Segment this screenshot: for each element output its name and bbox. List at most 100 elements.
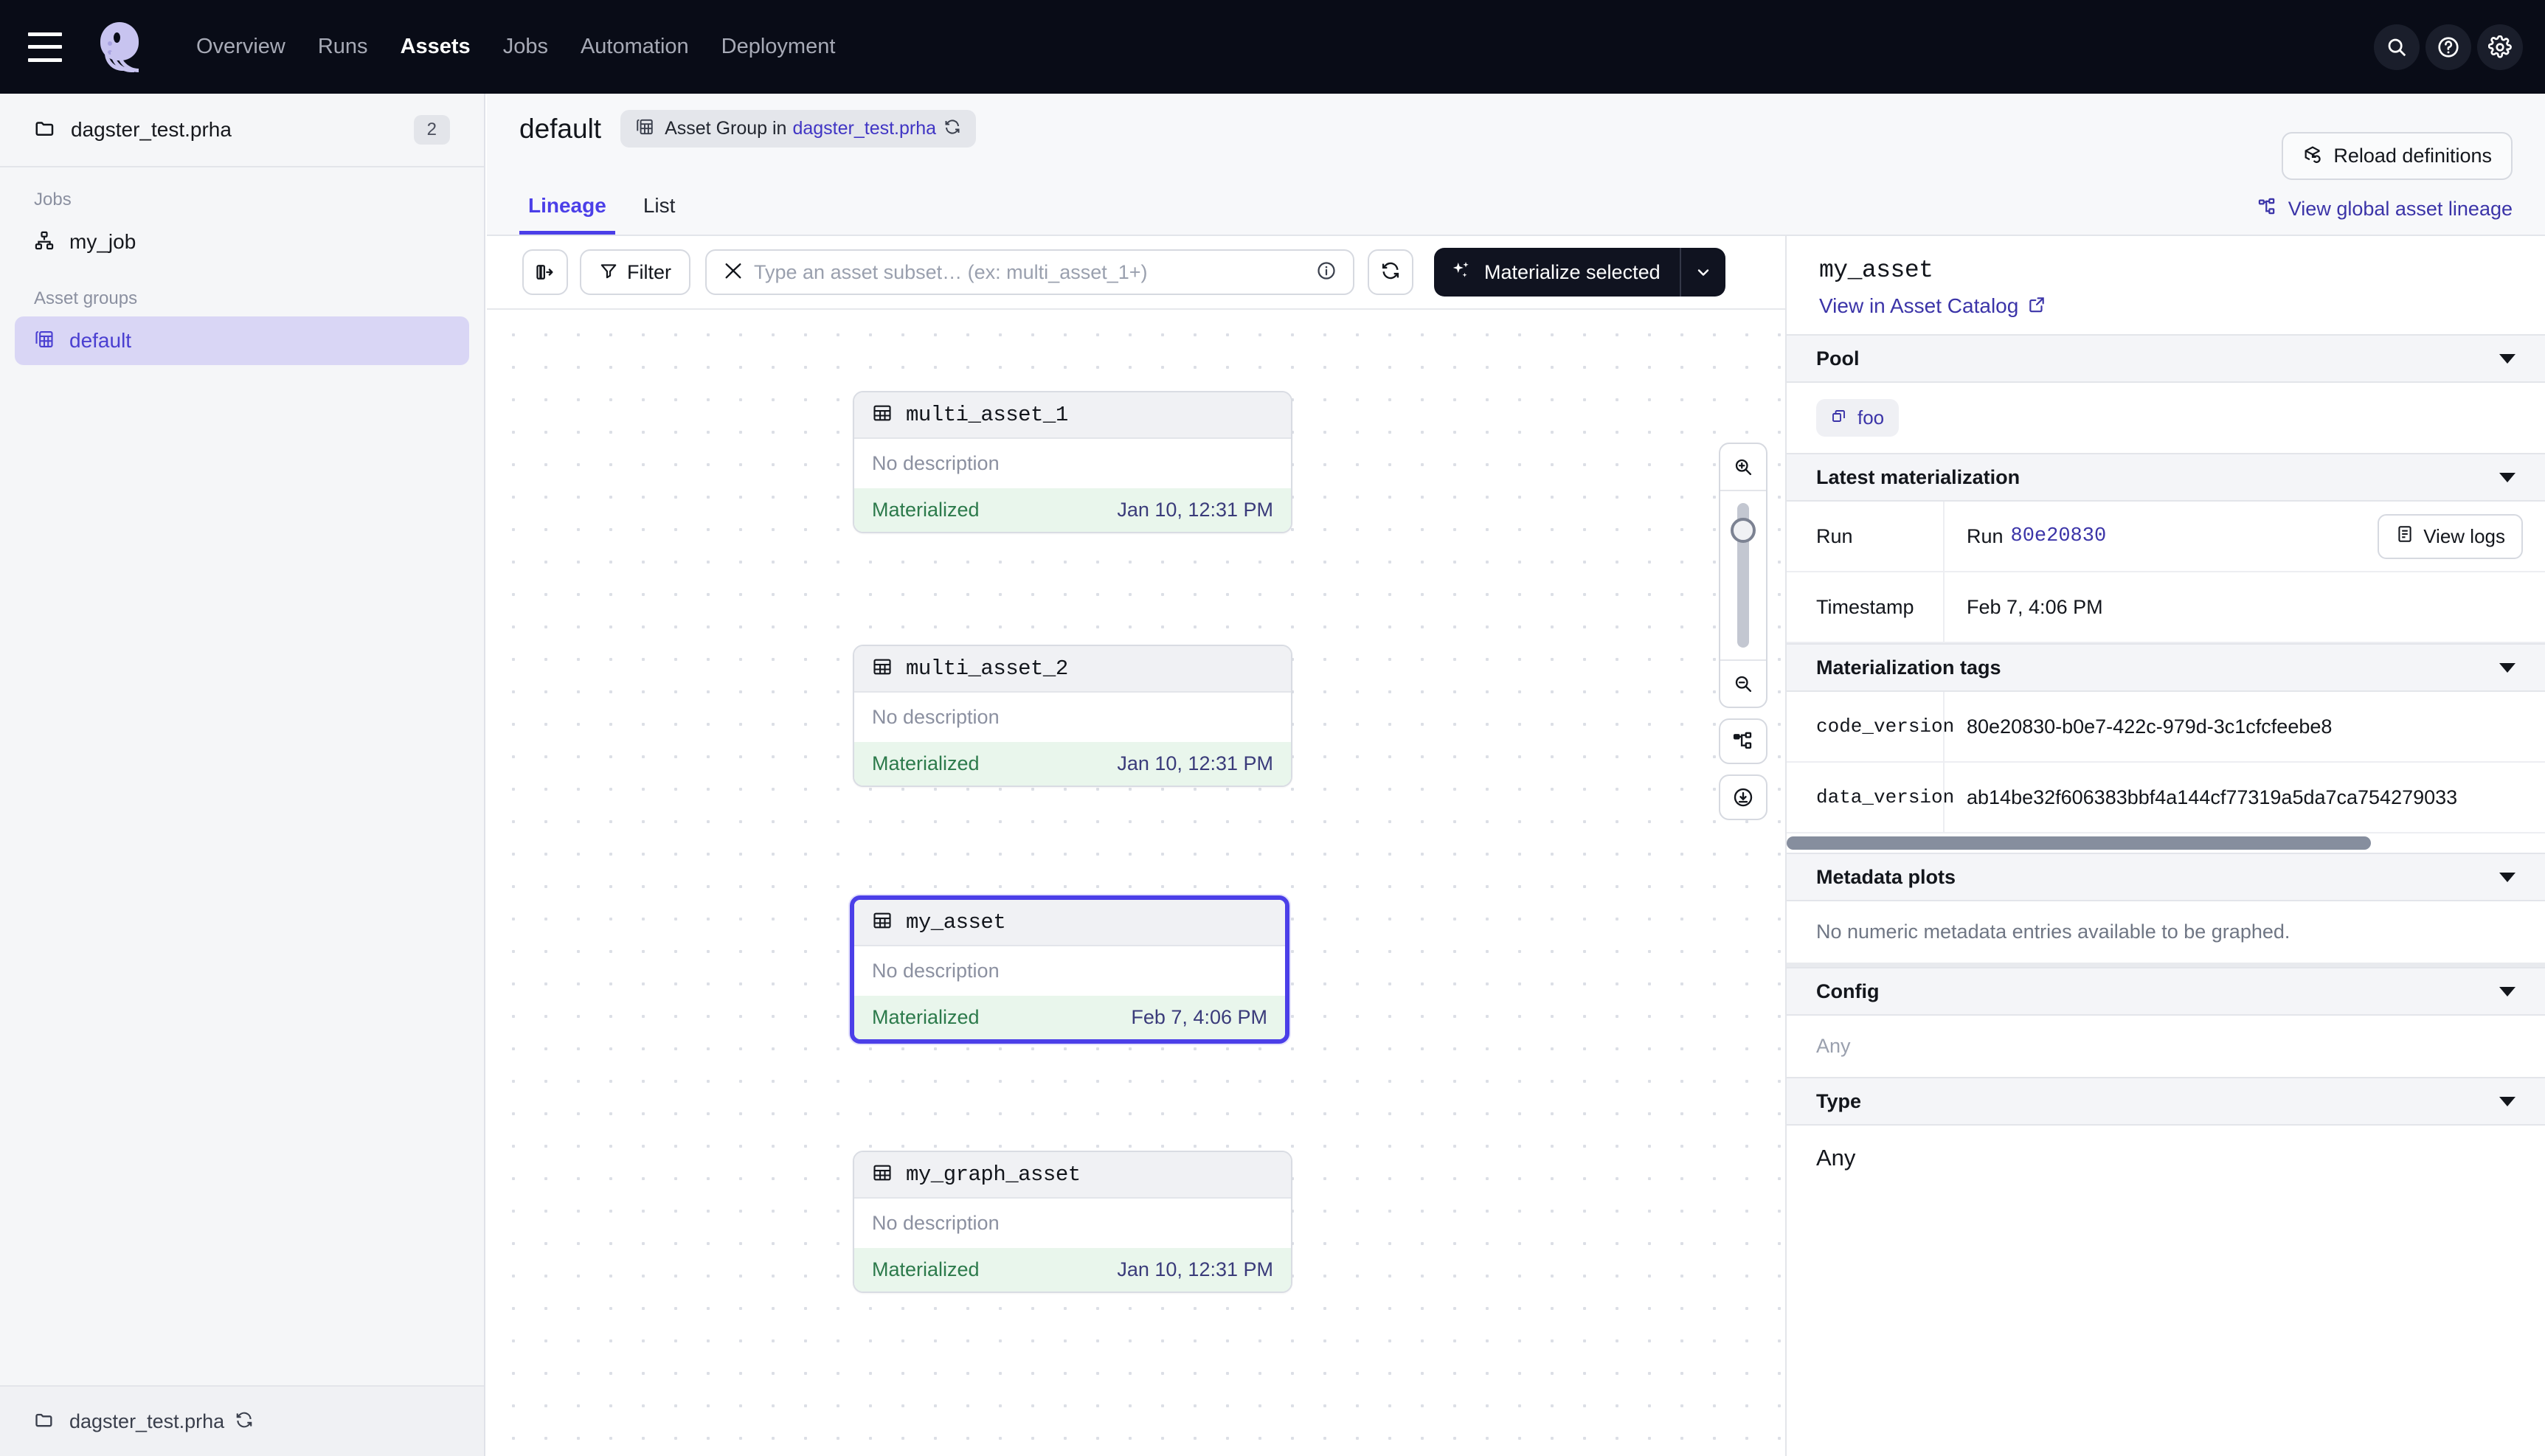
horizontal-scrollbar[interactable] (1787, 833, 2545, 853)
scrollbar-thumb[interactable] (1787, 836, 2371, 850)
asset-group-breadcrumb-chip[interactable]: Asset Group in dagster_test.prha (620, 110, 976, 148)
repository-header[interactable]: dagster_test.prha 2 (0, 94, 484, 167)
dagster-logo[interactable] (93, 21, 146, 74)
refresh-graph-button[interactable] (1368, 249, 1413, 295)
search-input[interactable] (754, 261, 1316, 284)
section-title: Latest materialization (1816, 466, 2020, 489)
asset-lineage-graph[interactable]: multi_asset_1 No description Materialize… (487, 310, 1785, 1456)
chip-repository-link[interactable]: dagster_test.prha (792, 118, 936, 139)
sidebar-item-label: default (69, 329, 131, 353)
section-header-config[interactable]: Config (1787, 967, 2545, 1016)
section-header-pool[interactable]: Pool (1787, 334, 2545, 383)
config-value: Any (1787, 1016, 2545, 1077)
zoom-out-icon[interactable] (1720, 661, 1766, 707)
view-logs-button[interactable]: View logs (2378, 514, 2523, 559)
asset-node-status: Materialized (872, 499, 980, 521)
tab-lineage[interactable]: Lineage (519, 194, 615, 235)
download-center-icon[interactable] (1719, 774, 1767, 820)
gear-icon[interactable] (2477, 24, 2523, 70)
section-title: Metadata plots (1816, 866, 1956, 889)
search-icon[interactable] (2374, 24, 2420, 70)
asset-node-timestamp[interactable]: Jan 10, 12:31 PM (1117, 752, 1273, 775)
nav-link-overview[interactable]: Overview (180, 35, 302, 59)
asset-node-description: No description (854, 1199, 1291, 1248)
type-value: Any (1816, 1145, 1855, 1171)
row-key: Timestamp (1787, 596, 1943, 619)
table-row-run: Run Run 80e20830 View logs (1787, 502, 2545, 572)
asset-subset-search[interactable] (705, 249, 1354, 295)
nav-link-automation[interactable]: Automation (564, 35, 705, 59)
nav-link-runs[interactable]: Runs (302, 35, 384, 59)
asset-selection-icon (723, 260, 744, 285)
type-value-wrap: Any (1787, 1126, 2545, 1190)
asset-node-my_graph_asset[interactable]: my_graph_asset No description Materializ… (853, 1151, 1292, 1293)
pool-chip[interactable]: foo (1816, 399, 1899, 437)
asset-node-my_asset[interactable]: my_asset No description Materialized Feb… (850, 895, 1289, 1044)
view-global-asset-lineage-link[interactable]: View global asset lineage (2257, 197, 2513, 221)
view-in-asset-catalog-link[interactable]: View in Asset Catalog (1819, 294, 2513, 318)
section-header-latest-materialization[interactable]: Latest materialization (1787, 453, 2545, 502)
chevron-down-icon[interactable] (1680, 248, 1725, 297)
chevron-down-icon[interactable] (2499, 987, 2515, 996)
chevron-down-icon[interactable] (2499, 663, 2515, 673)
filter-icon (599, 261, 618, 284)
chevron-down-icon[interactable] (2499, 473, 2515, 482)
section-header-materialization-tags[interactable]: Materialization tags (1787, 643, 2545, 692)
reload-definitions-button[interactable]: Reload definitions (2282, 132, 2513, 180)
job-graph-icon (34, 230, 55, 254)
left-sidebar: dagster_test.prha 2 Jobs my_job Asset gr… (0, 94, 485, 1456)
asset-node-status-bar: Materialized Jan 10, 12:31 PM (854, 742, 1291, 786)
section-title: Type (1816, 1090, 1861, 1113)
nav-link-assets[interactable]: Assets (384, 35, 487, 59)
asset-node-timestamp[interactable]: Jan 10, 12:31 PM (1117, 1258, 1273, 1281)
row-value: Feb 7, 4:06 PM (1943, 572, 2545, 642)
metadata-plots-empty-text: No numeric metadata entries available to… (1787, 901, 2545, 963)
zoom-slider[interactable] (1720, 490, 1766, 661)
sidebar-item-default[interactable]: default (15, 316, 469, 365)
graph-toolbar: Filter Materialize selec (487, 236, 1785, 310)
graph-layout-icon[interactable] (1719, 718, 1767, 764)
asset-node-header: multi_asset_1 (854, 392, 1291, 439)
view-tabs: Lineage List (519, 194, 703, 235)
jobs-section-label: Jobs (0, 167, 484, 218)
pool-body: foo (1787, 383, 2545, 453)
row-key: Run (1787, 525, 1943, 548)
nav-link-jobs[interactable]: Jobs (487, 35, 564, 59)
nav-link-deployment[interactable]: Deployment (705, 35, 852, 59)
chevron-down-icon[interactable] (2499, 354, 2515, 364)
refresh-icon[interactable] (235, 1410, 254, 1433)
info-icon[interactable] (1316, 260, 1337, 285)
table-row-data-version: data_version ab14be32f606383bbf4a144cf77… (1787, 763, 2545, 833)
sidebar-item-my_job[interactable]: my_job (15, 218, 469, 266)
asset-node-name: my_graph_asset (906, 1162, 1081, 1187)
lineage-icon (2257, 197, 2278, 221)
materialize-selected-button[interactable]: Materialize selected (1434, 248, 1725, 297)
folder-icon (34, 1410, 55, 1434)
refresh-icon[interactable] (943, 118, 961, 139)
section-header-metadata-plots[interactable]: Metadata plots (1787, 853, 2545, 901)
asset-node-multi_asset_2[interactable]: multi_asset_2 No description Materialize… (853, 645, 1292, 787)
asset-node-header: multi_asset_2 (854, 646, 1291, 693)
asset-node-status-bar: Materialized Jan 10, 12:31 PM (854, 1248, 1291, 1292)
run-id-link[interactable]: 80e20830 (2011, 525, 2107, 547)
hamburger-icon[interactable] (28, 32, 62, 62)
zoom-in-icon[interactable] (1720, 444, 1766, 490)
page-header: default Asset Group in dagster_test.prha… (487, 94, 2545, 236)
filter-button[interactable]: Filter (580, 249, 690, 295)
chevron-down-icon[interactable] (2499, 873, 2515, 882)
asset-node-timestamp[interactable]: Feb 7, 4:06 PM (1131, 1006, 1267, 1029)
zoom-slider-thumb[interactable] (1731, 518, 1756, 543)
asset-node-timestamp[interactable]: Jan 10, 12:31 PM (1117, 499, 1273, 521)
sidebar-footer-repository[interactable]: dagster_test.prha (0, 1385, 484, 1456)
chevron-down-icon[interactable] (2499, 1097, 2515, 1106)
asset-node-description: No description (854, 439, 1291, 488)
asset-node-multi_asset_1[interactable]: multi_asset_1 No description Materialize… (853, 391, 1292, 533)
asset-group-icon (635, 117, 654, 140)
zoom-slider-group (1719, 443, 1767, 708)
section-header-type[interactable]: Type (1787, 1077, 2545, 1126)
tab-list[interactable]: List (634, 194, 685, 235)
help-icon[interactable] (2425, 24, 2471, 70)
asset-groups-section-label: Asset groups (0, 266, 484, 316)
collapse-panel-icon[interactable] (522, 249, 568, 295)
table-icon (872, 656, 893, 681)
